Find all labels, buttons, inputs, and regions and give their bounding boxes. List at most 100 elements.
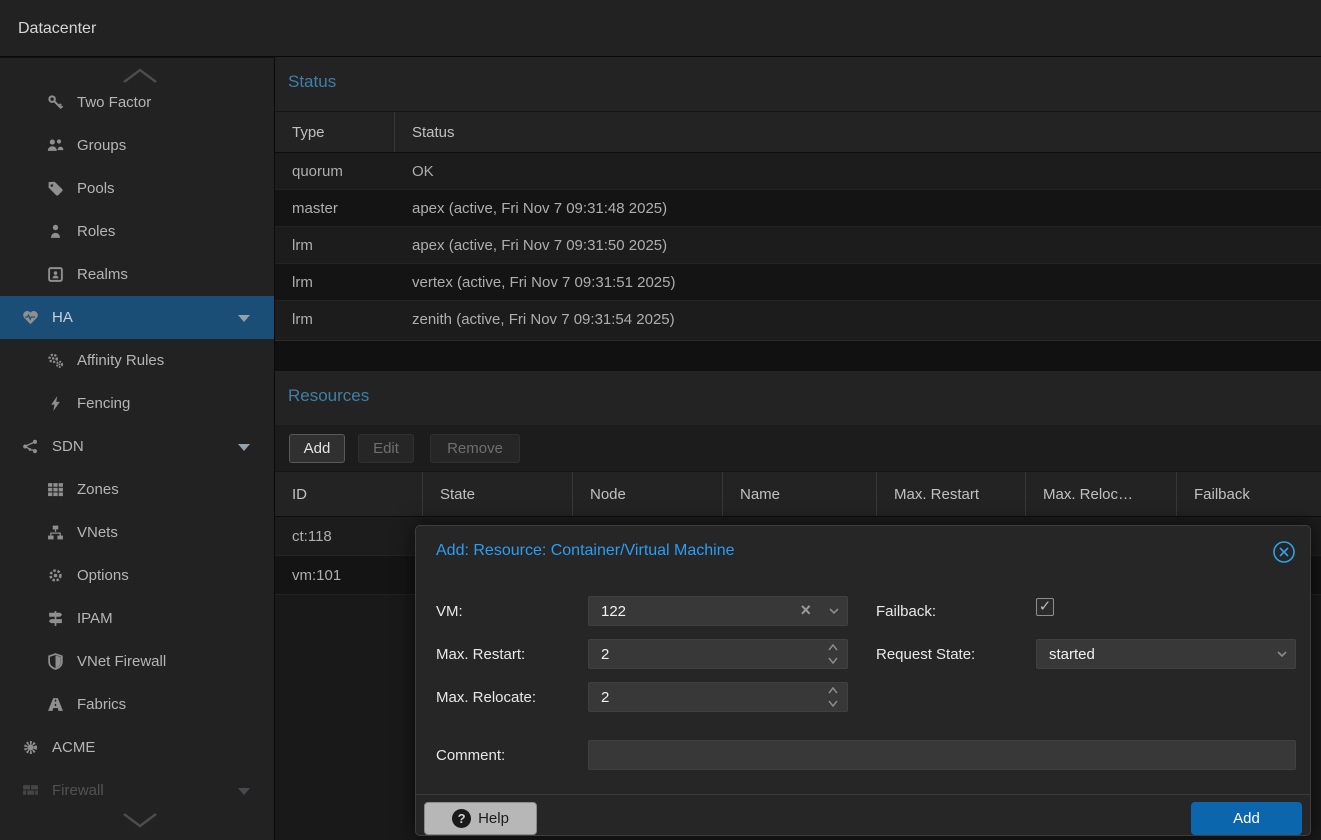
edit-button[interactable]: Edit (358, 434, 414, 463)
dialog-add-button-label: Add (1233, 810, 1260, 827)
cell-status: apex (active, Fri Nov 7 09:31:50 2025) (395, 227, 1321, 263)
cell-type: lrm (275, 301, 395, 337)
sidebar-item-firewall[interactable]: Firewall (0, 769, 274, 812)
resources-panel-header: Resources (275, 371, 1321, 425)
column-header-name[interactable]: Name (723, 472, 877, 516)
user-icon (47, 223, 64, 240)
users-icon (47, 137, 64, 154)
sidebar-item-label: ACME (52, 739, 95, 756)
shield-icon (47, 653, 64, 670)
status-row-master[interactable]: master apex (active, Fri Nov 7 09:31:48 … (275, 190, 1321, 227)
sidebar-item-label: Groups (77, 137, 126, 154)
heart-pulse-icon (22, 309, 39, 326)
max-relocate-field[interactable] (588, 682, 848, 712)
cell-status: vertex (active, Fri Nov 7 09:31:51 2025) (395, 264, 1321, 300)
chevron-down-icon[interactable] (238, 315, 250, 322)
sitemap-icon (47, 524, 64, 541)
cell-status: apex (active, Fri Nov 7 09:31:48 2025) (395, 190, 1321, 226)
sidebar-item-acme[interactable]: ACME (0, 726, 274, 769)
sidebar-item-sdn[interactable]: SDN (0, 425, 274, 468)
column-header-node[interactable]: Node (573, 472, 723, 516)
close-icon[interactable] (1272, 540, 1296, 564)
sidebar-item-label: Roles (77, 223, 115, 240)
number-spinner[interactable] (827, 686, 839, 708)
question-icon: ? (452, 809, 471, 828)
sidebar-item-label: HA (52, 309, 73, 326)
chevron-down-icon[interactable] (238, 444, 250, 451)
cell-status: OK (395, 153, 1321, 189)
request-state-label: Request State: (876, 646, 975, 663)
status-row-lrm-vertex[interactable]: lrm vertex (active, Fri Nov 7 09:31:51 2… (275, 264, 1321, 301)
failback-label: Failback: (876, 603, 936, 620)
comment-input[interactable] (589, 747, 1295, 764)
sidebar-item-label: IPAM (77, 610, 113, 627)
scroll-down-chevron-icon[interactable] (118, 810, 162, 830)
gears-icon (47, 352, 64, 369)
key-icon (47, 94, 64, 111)
remove-button[interactable]: Remove (430, 434, 520, 463)
column-header-failback[interactable]: Failback (1177, 472, 1321, 516)
max-restart-field[interactable] (588, 639, 848, 669)
comment-field[interactable] (588, 740, 1296, 770)
sidebar-item-ha[interactable]: HA (0, 296, 274, 339)
sidebar-item-label: Fencing (77, 395, 130, 412)
column-header-state[interactable]: State (423, 472, 573, 516)
column-header-status[interactable]: Status (395, 112, 1321, 152)
sidebar-item-label: Zones (77, 481, 119, 498)
sidebar-item-label: VNet Firewall (77, 653, 166, 670)
vm-label: VM: (436, 603, 463, 620)
sidebar-item-roles[interactable]: Roles (0, 210, 274, 253)
column-header-max-restart[interactable]: Max. Restart (877, 472, 1026, 516)
max-restart-input[interactable] (589, 646, 847, 663)
sidebar-nav: Two Factor Groups Pools Roles Realms HA … (0, 58, 275, 840)
dialog-footer-divider (416, 794, 1310, 795)
sidebar-item-fabrics[interactable]: Fabrics (0, 683, 274, 726)
failback-checkbox[interactable]: ✓ (1036, 598, 1054, 616)
vm-combo-field[interactable]: × (588, 596, 848, 626)
sidebar-item-fencing[interactable]: Fencing (0, 382, 274, 425)
tag-icon (47, 180, 64, 197)
status-row-quorum[interactable]: quorum OK (275, 153, 1321, 190)
sidebar-item-realms[interactable]: Realms (0, 253, 274, 296)
sidebar-item-label: Pools (77, 180, 115, 197)
status-row-lrm-apex[interactable]: lrm apex (active, Fri Nov 7 09:31:50 202… (275, 227, 1321, 264)
gear-icon (47, 567, 64, 584)
dialog-add-button[interactable]: Add (1191, 802, 1302, 835)
chevron-down-icon[interactable] (828, 604, 840, 622)
column-header-max-relocate[interactable]: Max. Reloc… (1026, 472, 1177, 516)
resources-panel-title: Resources (288, 386, 369, 406)
cell-id: vm:101 (275, 556, 423, 594)
sidebar-item-zones[interactable]: Zones (0, 468, 274, 511)
max-relocate-label: Max. Relocate: (436, 689, 536, 706)
column-header-type[interactable]: Type (275, 112, 395, 152)
help-button[interactable]: ? Help (424, 802, 537, 835)
sidebar-item-pools[interactable]: Pools (0, 167, 274, 210)
sidebar-item-two-factor[interactable]: Two Factor (0, 81, 274, 124)
grid-icon (47, 481, 64, 498)
sidebar-item-affinity-rules[interactable]: Affinity Rules (0, 339, 274, 382)
share-nodes-icon (22, 438, 39, 455)
request-state-select[interactable]: started (1036, 639, 1296, 669)
sidebar-item-vnet-firewall[interactable]: VNet Firewall (0, 640, 274, 683)
proxmox-datacenter-screen: Datacenter Two Factor Groups Pools Roles… (0, 0, 1321, 840)
chevron-icon[interactable] (238, 788, 250, 795)
cell-type: lrm (275, 227, 395, 263)
status-row-lrm-zenith[interactable]: lrm zenith (active, Fri Nov 7 09:31:54 2… (275, 301, 1321, 338)
dialog-title: Add: Resource: Container/Virtual Machine (436, 542, 735, 560)
sidebar-item-vnets[interactable]: VNets (0, 511, 274, 554)
cell-status: zenith (active, Fri Nov 7 09:31:54 2025) (395, 301, 1321, 337)
sidebar-item-options[interactable]: Options (0, 554, 274, 597)
road-icon (47, 696, 64, 713)
cell-type: lrm (275, 264, 395, 300)
max-relocate-input[interactable] (589, 689, 847, 706)
comment-label: Comment: (436, 747, 505, 764)
cell-type: master (275, 190, 395, 226)
clear-icon[interactable]: × (800, 600, 811, 621)
add-button[interactable]: Add (289, 434, 345, 463)
status-panel-title: Status (288, 72, 336, 92)
sidebar-item-groups[interactable]: Groups (0, 124, 274, 167)
column-header-id[interactable]: ID (275, 472, 423, 516)
sidebar-item-label: Options (77, 567, 129, 584)
sidebar-item-ipam[interactable]: IPAM (0, 597, 274, 640)
number-spinner[interactable] (827, 643, 839, 665)
